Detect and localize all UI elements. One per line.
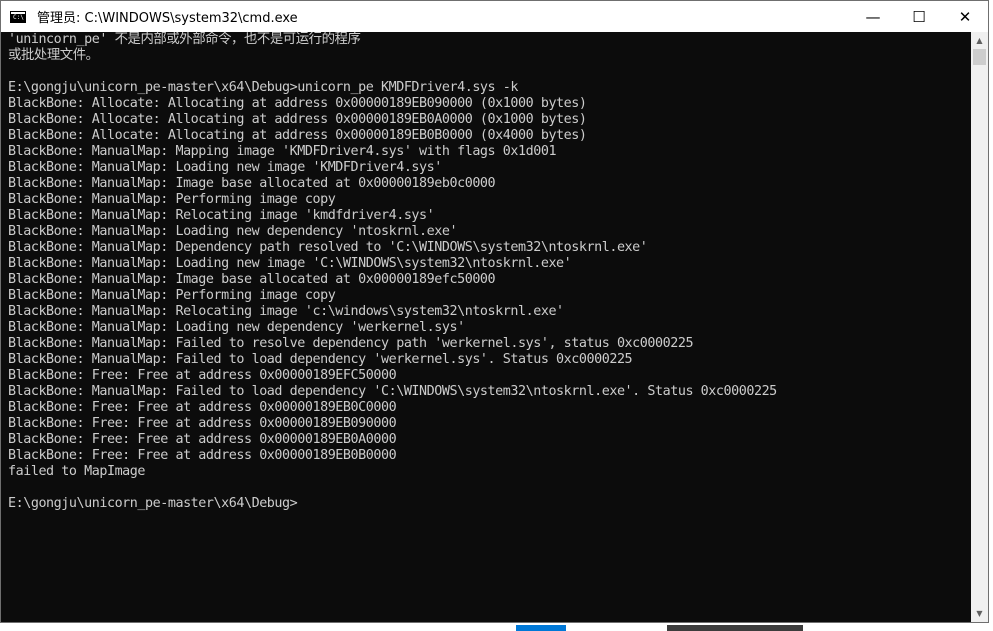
- taskbar-active-indicator: [516, 625, 566, 631]
- console-line: BlackBone: ManualMap: Relocating image '…: [8, 304, 564, 319]
- console-line: BlackBone: ManualMap: Loading new image …: [8, 256, 572, 271]
- console-line: BlackBone: Free: Free at address 0x00000…: [8, 448, 397, 463]
- title-bar[interactable]: C:\ 管理员: C:\WINDOWS\system32\cmd.exe — ☐…: [1, 1, 988, 32]
- console-line: failed to MapImage: [8, 464, 146, 479]
- close-button[interactable]: ✕: [942, 1, 988, 32]
- console-line: 或批处理文件。: [8, 48, 99, 63]
- console-line: BlackBone: ManualMap: Failed to load dep…: [8, 352, 633, 367]
- taskbar-item: [667, 625, 803, 631]
- close-icon: ✕: [958, 7, 972, 26]
- console-output[interactable]: 'unincorn_pe' 不是内部或外部命令，也不是可运行的程序 或批处理文件。…: [8, 32, 968, 620]
- scrollbar-thumb[interactable]: [973, 49, 986, 65]
- console-line: BlackBone: ManualMap: Mapping image 'KMD…: [8, 144, 557, 159]
- console-line: BlackBone: ManualMap: Loading new depend…: [8, 224, 458, 239]
- cmd-window: C:\ 管理员: C:\WINDOWS\system32\cmd.exe — ☐…: [0, 0, 989, 623]
- taskbar-edge: [0, 623, 993, 631]
- console-line: BlackBone: ManualMap: Failed to resolve …: [8, 336, 694, 351]
- cmd-icon[interactable]: C:\: [10, 10, 26, 23]
- console-line: BlackBone: ManualMap: Loading new image …: [8, 160, 442, 175]
- vertical-scrollbar[interactable]: ▲ ▼: [971, 32, 988, 622]
- console-line: BlackBone: ManualMap: Failed to load dep…: [8, 384, 777, 399]
- console-line: BlackBone: ManualMap: Dependency path re…: [8, 240, 648, 255]
- console-line: BlackBone: Allocate: Allocating at addre…: [8, 96, 587, 111]
- maximize-button[interactable]: ☐: [896, 1, 942, 32]
- cmd-icon-glyph: C:\: [13, 13, 24, 21]
- console-line: BlackBone: ManualMap: Performing image c…: [8, 288, 336, 303]
- console-line: BlackBone: ManualMap: Loading new depend…: [8, 320, 465, 335]
- maximize-icon: ☐: [912, 7, 926, 26]
- console-line: BlackBone: Free: Free at address 0x00000…: [8, 432, 397, 447]
- scroll-down-arrow-icon[interactable]: ▼: [971, 605, 988, 622]
- console-line: BlackBone: ManualMap: Relocating image '…: [8, 208, 435, 223]
- console-line: BlackBone: ManualMap: Image base allocat…: [8, 176, 496, 191]
- console-line: BlackBone: Free: Free at address 0x00000…: [8, 368, 397, 383]
- caption-buttons: — ☐ ✕: [850, 1, 988, 32]
- console-line: BlackBone: Allocate: Allocating at addre…: [8, 128, 587, 143]
- desktop-background-edge: [989, 0, 993, 631]
- console-line: BlackBone: Allocate: Allocating at addre…: [8, 112, 587, 127]
- console-line: E:\gongju\unicorn_pe-master\x64\Debug>: [8, 496, 298, 511]
- console-line: BlackBone: ManualMap: Image base allocat…: [8, 272, 496, 287]
- console-line: BlackBone: Free: Free at address 0x00000…: [8, 400, 397, 415]
- console-line: BlackBone: Free: Free at address 0x00000…: [8, 416, 397, 431]
- console-line: 'unincorn_pe' 不是内部或外部命令，也不是可运行的程序: [8, 32, 361, 47]
- minimize-icon: —: [865, 7, 881, 26]
- console-line: E:\gongju\unicorn_pe-master\x64\Debug>un…: [8, 80, 518, 95]
- console-line: BlackBone: ManualMap: Performing image c…: [8, 192, 336, 207]
- window-title: 管理员: C:\WINDOWS\system32\cmd.exe: [37, 11, 298, 26]
- scroll-up-arrow-icon[interactable]: ▲: [971, 32, 988, 49]
- minimize-button[interactable]: —: [850, 1, 896, 32]
